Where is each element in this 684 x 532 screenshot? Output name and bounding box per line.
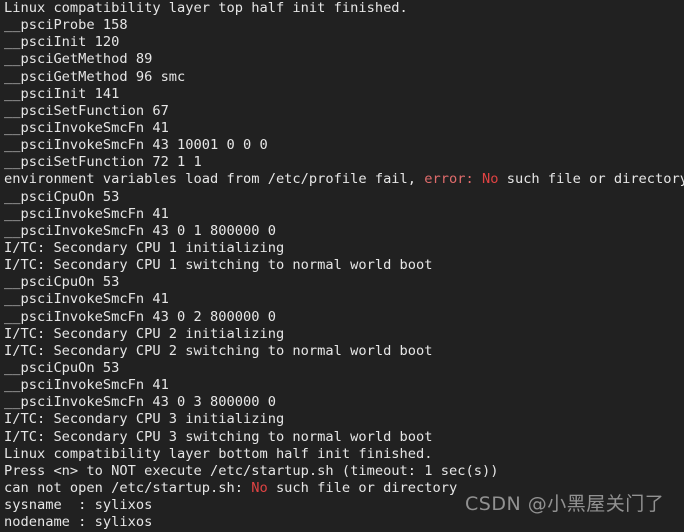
- console-text-segment: __psciInit 120: [4, 34, 120, 51]
- console-text-segment: [474, 171, 482, 187]
- console-text-segment: I/TC: Secondary CPU 3 initializing: [4, 411, 285, 428]
- console-text-segment: __psciGetMethod 96 smc: [4, 68, 186, 85]
- console-line: __psciInvokeSmcFn 43 0 2 800000 0: [4, 309, 684, 326]
- console-text-segment: I/TC: Secondary CPU 2 initializing: [4, 325, 285, 342]
- console-text-segment: __psciGetMethod 89: [4, 51, 153, 68]
- console-text-segment: __psciInit 141: [4, 85, 120, 102]
- console-line: nodename : sylixos: [4, 514, 684, 531]
- console-text-segment: __psciInvokeSmcFn 43 10001 0 0 0: [4, 137, 268, 154]
- console-line: Press <n> to NOT execute /etc/startup.sh…: [4, 463, 684, 480]
- console-line: __psciCpuOn 53: [4, 189, 684, 206]
- console-text-segment: sysname : sylixos: [4, 497, 153, 514]
- console-line: environment variables load from /etc/pro…: [4, 171, 684, 188]
- console-line: __psciProbe 158: [4, 17, 684, 34]
- console-text-segment: __psciInvokeSmcFn 41: [4, 205, 169, 222]
- console-text-segment: __psciInvokeSmcFn 43 0 1 800000 0: [4, 222, 276, 239]
- console-text-segment: __psciInvokeSmcFn 41: [4, 377, 169, 394]
- console-line: __psciGetMethod 96 smc: [4, 69, 684, 86]
- console-output: Linux compatibility layer top half init …: [4, 0, 684, 532]
- console-line: __psciCpuOn 53: [4, 360, 684, 377]
- console-line: can not open /etc/startup.sh: No such fi…: [4, 480, 684, 497]
- console-text-segment: Linux compatibility layer bottom half in…: [4, 445, 433, 462]
- console-text-segment: such file or directory: [267, 479, 458, 496]
- console-text-segment: __psciProbe 158: [4, 17, 128, 34]
- console-line: __psciInvokeSmcFn 41: [4, 206, 684, 223]
- console-line: I/TC: Secondary CPU 1 switching to norma…: [4, 257, 684, 274]
- console-text-segment: Press <n> to NOT execute /etc/startup.sh…: [4, 462, 499, 479]
- console-text-segment: __psciSetFunction 72 1 1: [4, 154, 202, 171]
- console-line: Linux compatibility layer top half init …: [4, 0, 684, 17]
- console-line: Linux compatibility layer bottom half in…: [4, 446, 684, 463]
- console-text-segment: such file or directory: [498, 171, 684, 188]
- console-line: I/TC: Secondary CPU 2 switching to norma…: [4, 343, 684, 360]
- console-line: sysname : sylixos: [4, 497, 684, 514]
- console-text-segment: can not open /etc/startup.sh:: [4, 479, 252, 496]
- console-text-segment: nodename : sylixos: [4, 514, 153, 531]
- console-text-segment: I/TC: Secondary CPU 1 switching to norma…: [4, 257, 433, 274]
- console-line: I/TC: Secondary CPU 2 initializing: [4, 326, 684, 343]
- console-text-segment: __psciInvokeSmcFn 43 0 3 800000 0: [4, 394, 276, 411]
- console-line: __psciInvokeSmcFn 43 0 1 800000 0: [4, 223, 684, 240]
- console-line: __psciInvokeSmcFn 41: [4, 377, 684, 394]
- console-text-segment: __psciCpuOn 53: [4, 188, 120, 205]
- terminal-window[interactable]: Linux compatibility layer top half init …: [0, 0, 684, 532]
- console-line: __psciSetFunction 67: [4, 103, 684, 120]
- console-text-segment: I/TC: Secondary CPU 3 switching to norma…: [4, 428, 433, 445]
- console-line: __psciInvokeSmcFn 43 10001 0 0 0: [4, 137, 684, 154]
- console-text-segment: __psciSetFunction 67: [4, 102, 169, 119]
- console-text-segment: __psciCpuOn 53: [4, 274, 120, 291]
- console-line: __psciSetFunction 72 1 1: [4, 154, 684, 171]
- console-text-segment: I/TC: Secondary CPU 1 initializing: [4, 239, 285, 256]
- console-line: __psciInvokeSmcFn 41: [4, 291, 684, 308]
- console-line: I/TC: Secondary CPU 3 switching to norma…: [4, 429, 684, 446]
- console-text-segment: error:: [424, 171, 474, 188]
- console-text-segment: __psciCpuOn 53: [4, 359, 120, 376]
- console-line: __psciInvokeSmcFn 43 0 3 800000 0: [4, 394, 684, 411]
- console-line: __psciInit 120: [4, 34, 684, 51]
- console-line: I/TC: Secondary CPU 3 initializing: [4, 411, 684, 428]
- console-text-segment: __psciInvokeSmcFn 41: [4, 291, 169, 308]
- console-text-segment: environment variables load from /etc/pro…: [4, 171, 425, 188]
- console-line: I/TC: Secondary CPU 1 initializing: [4, 240, 684, 257]
- console-text-segment: I/TC: Secondary CPU 2 switching to norma…: [4, 342, 433, 359]
- console-line: __psciInit 141: [4, 86, 684, 103]
- console-text-segment: No: [481, 171, 499, 188]
- console-text-segment: __psciInvokeSmcFn 41: [4, 119, 169, 136]
- console-line: __psciCpuOn 53: [4, 274, 684, 291]
- console-text-segment: __psciInvokeSmcFn 43 0 2 800000 0: [4, 308, 276, 325]
- console-text-segment: Linux compatibility layer top half init …: [4, 0, 408, 16]
- console-line: __psciGetMethod 89: [4, 51, 684, 68]
- console-line: __psciInvokeSmcFn 41: [4, 120, 684, 137]
- console-text-segment: No: [251, 479, 268, 496]
